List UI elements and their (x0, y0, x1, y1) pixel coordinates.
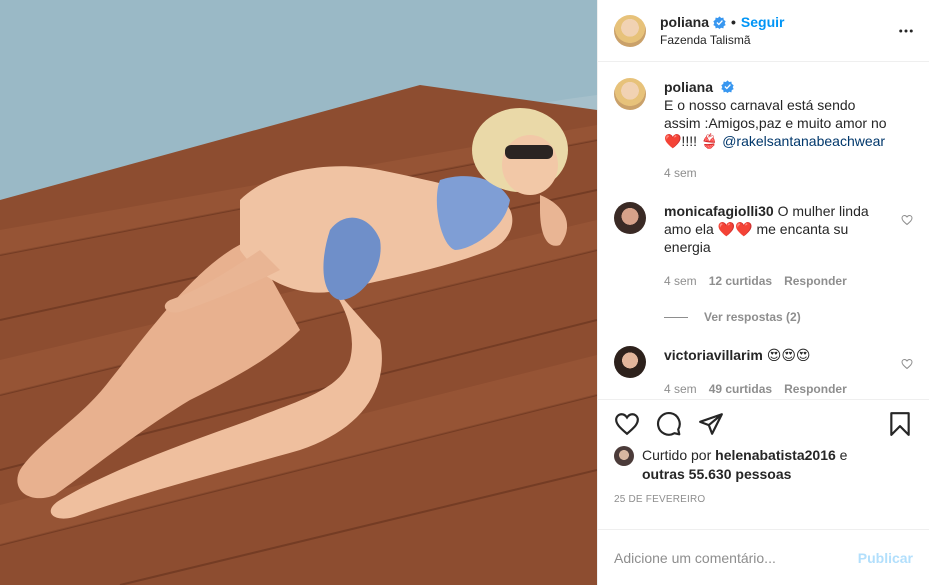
photo-illustration (0, 0, 597, 585)
verified-icon (721, 80, 734, 93)
like-comment-icon[interactable] (901, 358, 913, 370)
post-location[interactable]: Fazenda Talismã (660, 33, 785, 47)
likes-summary: Curtido por helenabatista2016 e outras 5… (614, 446, 913, 484)
caption-time[interactable]: 4 sem (664, 164, 697, 182)
more-options-icon[interactable] (897, 22, 915, 40)
caption-avatar[interactable] (614, 78, 646, 110)
like-heart-icon[interactable] (614, 411, 640, 437)
comment-username[interactable]: monicafagiolli30 (664, 203, 774, 219)
post-photo[interactable] (0, 0, 597, 585)
comment-icon[interactable] (656, 411, 682, 437)
liker-avatar[interactable] (614, 446, 634, 466)
author-avatar[interactable] (614, 14, 646, 47)
follow-button[interactable]: Seguir (741, 14, 785, 30)
comment-item: victoriavillarim 😍😍😍 4 sem 49 curtidas R… (614, 346, 913, 398)
comment-likes[interactable]: 49 curtidas (709, 380, 772, 398)
save-bookmark-icon[interactable] (887, 411, 913, 437)
share-icon[interactable] (698, 411, 724, 437)
post-header: poliana • Seguir Fazenda Talismã (598, 0, 929, 62)
likes-prefix: Curtido por (642, 447, 712, 463)
separator-dot: • (731, 14, 736, 30)
comment-text: 😍😍😍 (766, 347, 811, 363)
like-comment-icon[interactable] (901, 214, 913, 226)
comment-time[interactable]: 4 sem (664, 272, 697, 290)
caption: poliana E o nosso carnaval está sendo as… (614, 78, 913, 182)
comment-username[interactable]: victoriavillarim (664, 347, 763, 363)
author-username[interactable]: poliana (660, 14, 709, 30)
commenter-avatar[interactable] (614, 346, 646, 378)
comment-likes[interactable]: 12 curtidas (709, 272, 772, 290)
post-sidebar: poliana • Seguir Fazenda Talismã poliana… (597, 0, 929, 585)
caption-mention[interactable]: @rakelsantanabeachwear (722, 133, 885, 149)
likes-others[interactable]: outras 55.630 pessoas (642, 466, 791, 482)
comment-input[interactable] (614, 549, 858, 566)
replies-divider (664, 316, 688, 318)
reply-button[interactable]: Responder (784, 272, 847, 290)
likes-conj: e (839, 447, 848, 463)
caption-username[interactable]: poliana (664, 79, 713, 95)
add-comment-bar: Publicar (598, 529, 929, 585)
comment-time[interactable]: 4 sem (664, 380, 697, 398)
comments-list: poliana E o nosso carnaval está sendo as… (598, 62, 929, 399)
commenter-avatar[interactable] (614, 202, 646, 234)
view-replies-button[interactable]: Ver respostas (2) (664, 310, 913, 324)
verified-icon (713, 15, 726, 29)
publish-button[interactable]: Publicar (858, 550, 913, 566)
post-dialog: poliana • Seguir Fazenda Talismã poliana… (0, 0, 929, 585)
view-replies-label[interactable]: Ver respostas (2) (704, 310, 801, 324)
post-date[interactable]: 25 DE FEVEREIRO (614, 494, 913, 505)
comment-item: monicafagiolli30 O mulher linda amo ela … (614, 202, 913, 290)
post-actions: Curtido por helenabatista2016 e outras 5… (598, 399, 929, 529)
liker-username[interactable]: helenabatista2016 (715, 447, 836, 463)
reply-button[interactable]: Responder (784, 380, 847, 398)
